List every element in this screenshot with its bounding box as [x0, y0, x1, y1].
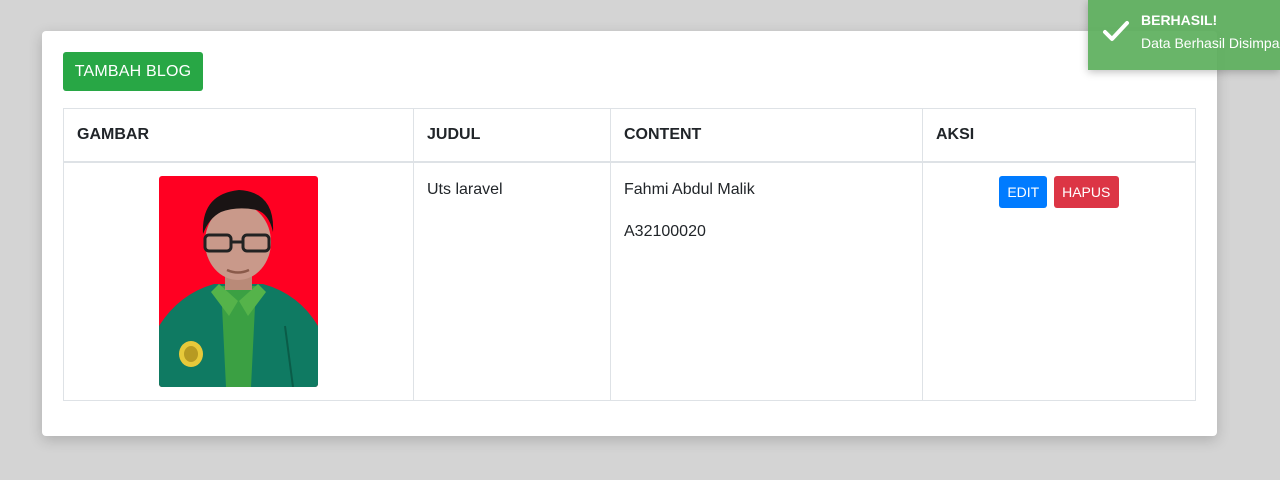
header-gambar: GAMBAR — [63, 108, 414, 163]
header-judul: JUDUL — [413, 108, 611, 163]
toast-message: Data Berhasil Disimpan — [1141, 35, 1280, 51]
blog-table: GAMBAR JUDUL CONTENT AKSI Uts laravel Fa… — [63, 108, 1196, 401]
blog-photo — [159, 175, 318, 387]
table-header-row: GAMBAR JUDUL CONTENT AKSI — [63, 108, 1196, 163]
aksi-cell: EDIT HAPUS — [922, 161, 1196, 401]
image-cell — [63, 161, 414, 401]
delete-button[interactable]: HAPUS — [1053, 175, 1119, 208]
content-line: A32100020 — [624, 222, 706, 240]
blog-card: TAMBAH BLOG GAMBAR JUDUL CONTENT AKSI Ut… — [42, 31, 1217, 436]
success-toast[interactable]: BERHASIL! Data Berhasil Disimpan — [1088, 0, 1280, 70]
header-content: CONTENT — [610, 108, 923, 163]
header-aksi: AKSI — [922, 108, 1196, 163]
content-line: Fahmi Abdul Malik — [624, 180, 755, 198]
content-cell: Fahmi Abdul Malik A32100020 — [610, 161, 923, 401]
toast-title: BERHASIL! — [1141, 12, 1218, 28]
checkmark-icon — [1103, 21, 1129, 41]
edit-button[interactable]: EDIT — [999, 175, 1048, 208]
add-blog-button[interactable]: TAMBAH BLOG — [63, 52, 203, 91]
table-row: Uts laravel Fahmi Abdul Malik A32100020 … — [63, 161, 1196, 401]
judul-text: Uts laravel — [427, 180, 503, 198]
judul-cell: Uts laravel — [413, 161, 611, 401]
